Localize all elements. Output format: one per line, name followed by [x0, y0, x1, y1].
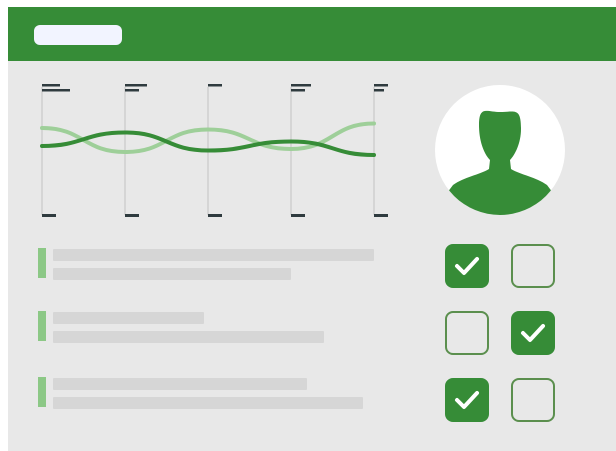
checkbox-checked[interactable] — [511, 311, 555, 355]
tick-top-1 — [125, 84, 147, 87]
checkmark-icon — [521, 324, 545, 342]
checkmark-icon — [455, 257, 479, 275]
tick-top-sub-3 — [291, 89, 305, 92]
tick-top-sub-1 — [125, 89, 139, 92]
tick-top-sub-4 — [374, 89, 384, 92]
list-item-text-placeholder — [53, 378, 307, 390]
app-window — [8, 7, 616, 451]
list-item-marker — [38, 311, 46, 341]
checkbox-unchecked[interactable] — [445, 311, 489, 355]
checkmark-icon — [455, 391, 479, 409]
checkbox-checked[interactable] — [445, 244, 489, 288]
checkbox-checked[interactable] — [445, 378, 489, 422]
checkbox-unchecked[interactable] — [511, 378, 555, 422]
list-item-text-placeholder — [53, 397, 363, 409]
tick-top-2 — [208, 84, 222, 87]
list-item-text-placeholder — [53, 312, 204, 324]
tick-top-3 — [291, 84, 311, 87]
list-item-text-placeholder — [53, 249, 374, 261]
list-item-marker — [38, 248, 46, 278]
avatar[interactable] — [435, 85, 565, 215]
checkbox-unchecked[interactable] — [511, 244, 555, 288]
tick-bottom-4 — [374, 214, 388, 217]
tick-bottom-2 — [208, 214, 222, 217]
tick-bottom-1 — [125, 214, 139, 217]
tick-bottom-3 — [291, 214, 305, 217]
list-item-text-placeholder — [53, 331, 324, 343]
list-item-text-placeholder — [53, 268, 291, 280]
tick-bottom-0 — [42, 214, 56, 217]
tick-top-4 — [374, 84, 388, 87]
user-silhouette-icon — [447, 110, 553, 215]
list-item-marker — [38, 377, 46, 407]
tick-top-sub-0 — [42, 89, 70, 92]
tick-top-0 — [42, 84, 60, 87]
